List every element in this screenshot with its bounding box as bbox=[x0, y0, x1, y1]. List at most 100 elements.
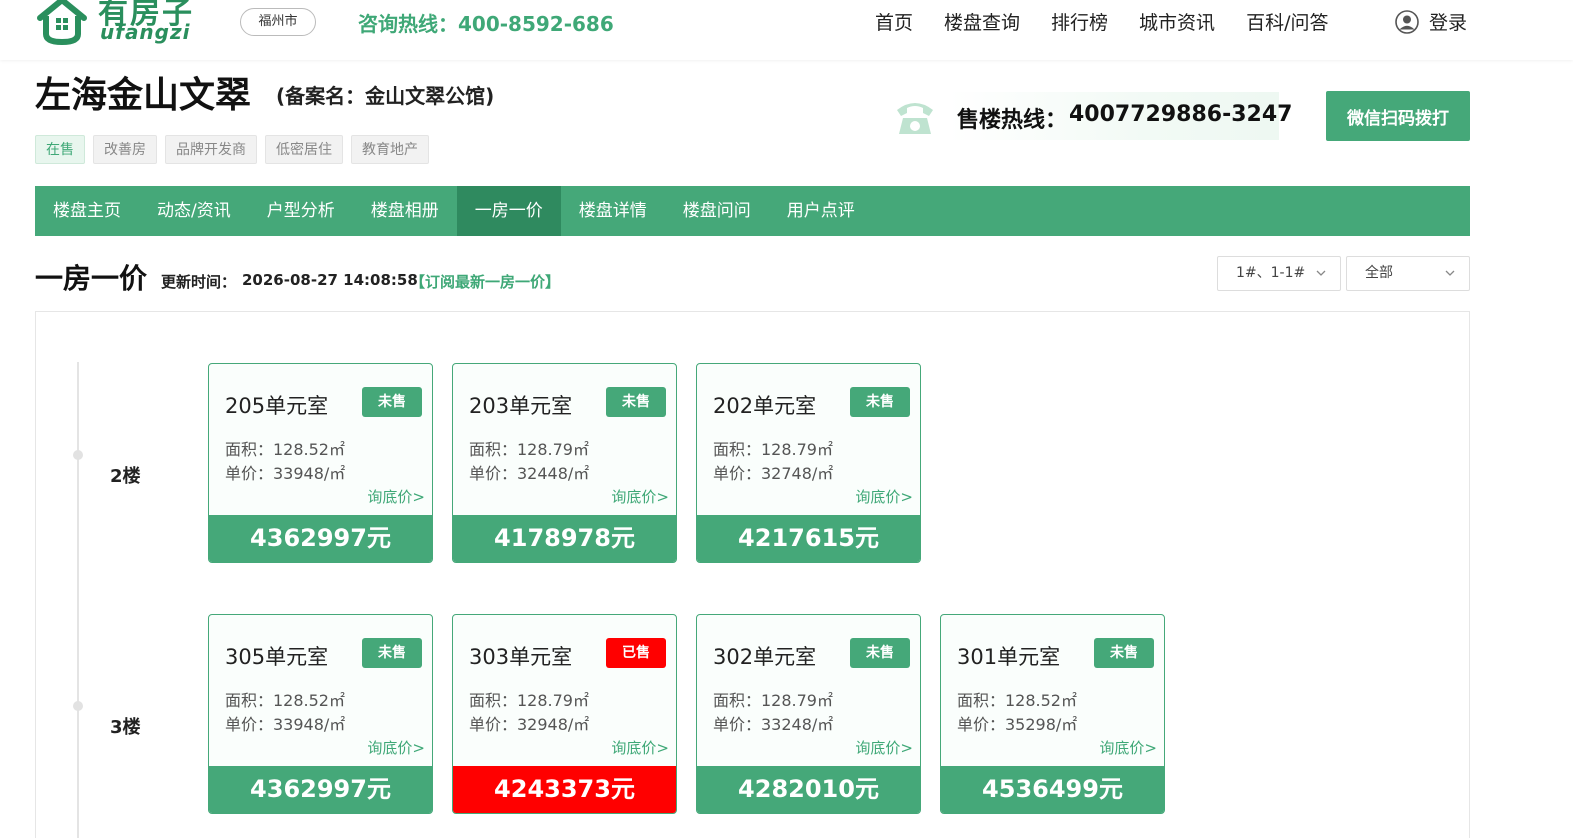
ask-floor-price-link[interactable]: 询底价> bbox=[855, 486, 913, 507]
unit-card[interactable]: 202单元室 未售 面积：128.79㎡ 单价：32748/㎡ 询底价> 421… bbox=[696, 363, 921, 563]
unit-price: 单价：32948/㎡ bbox=[469, 715, 590, 734]
project-tags: 在售 改善房 品牌开发商 低密居住 教育地产 bbox=[35, 135, 437, 164]
login-label: 登录 bbox=[1429, 12, 1468, 34]
unit-area: 面积：128.52㎡ bbox=[225, 440, 345, 459]
unit-area: 面积：128.79㎡ bbox=[713, 691, 833, 710]
sold-badge: 已售 bbox=[606, 638, 666, 668]
ask-floor-price-link[interactable]: 询底价> bbox=[367, 486, 425, 507]
tab-qa[interactable]: 楼盘问问 bbox=[665, 186, 769, 236]
nav-search[interactable]: 楼盘查询 bbox=[944, 8, 1020, 35]
floor-dot bbox=[73, 450, 83, 460]
unit-area: 面积：128.52㎡ bbox=[225, 691, 345, 710]
ask-floor-price-link[interactable]: 询底价> bbox=[611, 737, 669, 758]
unit-room: 305单元室 bbox=[225, 645, 329, 669]
unit-room: 203单元室 bbox=[469, 394, 573, 418]
ask-floor-price-link[interactable]: 询底价> bbox=[1099, 737, 1157, 758]
unit-card[interactable]: 203单元室 未售 面积：128.79㎡ 单价：32448/㎡ 询底价> 417… bbox=[452, 363, 677, 563]
unit-area: 面积：128.79㎡ bbox=[469, 440, 589, 459]
logo-text-en: ufangzi bbox=[100, 20, 191, 44]
tag-low-density: 低密居住 bbox=[265, 135, 343, 164]
status-badge: 未售 bbox=[850, 638, 910, 668]
unit-card[interactable]: 301单元室 未售 面积：128.52㎡ 单价：35298/㎡ 询底价> 453… bbox=[940, 614, 1165, 814]
unit-total-price: 4282010元 bbox=[697, 766, 920, 813]
status-select[interactable]: 全部 bbox=[1346, 256, 1470, 291]
unit-total-price: 4362997元 bbox=[209, 766, 432, 813]
ask-floor-price-link[interactable]: 询底价> bbox=[611, 486, 669, 507]
ask-floor-price-link[interactable]: 询底价> bbox=[855, 737, 913, 758]
chevron-down-icon bbox=[1445, 270, 1455, 276]
main-nav: 首页 楼盘查询 排行榜 城市资讯 百科/问答 bbox=[875, 8, 1359, 35]
tab-project-home[interactable]: 楼盘主页 bbox=[35, 186, 139, 236]
tag-on-sale: 在售 bbox=[35, 135, 85, 164]
nav-news[interactable]: 城市资讯 bbox=[1139, 8, 1215, 35]
status-badge: 未售 bbox=[362, 638, 422, 668]
project-title: 左海金山文翠 bbox=[35, 75, 252, 116]
nav-ranking[interactable]: 排行榜 bbox=[1051, 8, 1108, 35]
city-switch-button[interactable]: 福州市 bbox=[240, 8, 316, 36]
chevron-down-icon bbox=[1316, 270, 1326, 276]
unit-price: 单价：32448/㎡ bbox=[469, 464, 590, 483]
tab-reviews[interactable]: 用户点评 bbox=[769, 186, 873, 236]
floor-dot bbox=[73, 701, 83, 711]
unit-card[interactable]: 305单元室 未售 面积：128.52㎡ 单价：33948/㎡ 询底价> 436… bbox=[208, 614, 433, 814]
site-logo[interactable]: 有房子 ufangzi bbox=[34, 0, 204, 50]
floor-timeline bbox=[77, 362, 79, 838]
unit-area: 面积：128.52㎡ bbox=[957, 691, 1077, 710]
tab-details[interactable]: 楼盘详情 bbox=[561, 186, 665, 236]
status-badge: 未售 bbox=[1094, 638, 1154, 668]
sales-hotline-number: 4007729886-3247 bbox=[1069, 102, 1293, 127]
floor-label-2: 2楼 bbox=[110, 466, 141, 487]
unit-total-price: 4536499元 bbox=[941, 766, 1164, 813]
unit-total-price: 4243373元 bbox=[453, 766, 676, 813]
nav-wiki[interactable]: 百科/问答 bbox=[1246, 8, 1328, 35]
floor-label-3: 3楼 bbox=[110, 717, 141, 738]
unit-total-price: 4217615元 bbox=[697, 515, 920, 562]
unit-price: 单价：32748/㎡ bbox=[713, 464, 834, 483]
unit-price: 单价：33248/㎡ bbox=[713, 715, 834, 734]
project-tab-bar: 楼盘主页 动态/资讯 户型分析 楼盘相册 一房一价 楼盘详情 楼盘问问 用户点评 bbox=[35, 186, 1470, 236]
project-alias: (备案名：金山文翠公馆) bbox=[276, 84, 495, 108]
unit-card-sold[interactable]: 303单元室 已售 面积：128.79㎡ 单价：32948/㎡ 询底价> 424… bbox=[452, 614, 677, 814]
house-logo-icon bbox=[37, 0, 87, 46]
user-icon bbox=[1395, 9, 1419, 34]
unit-card[interactable]: 302单元室 未售 面积：128.79㎡ 单价：33248/㎡ 询底价> 428… bbox=[696, 614, 921, 814]
tag-education: 教育地产 bbox=[351, 135, 429, 164]
section-title: 一房一价 bbox=[35, 262, 148, 295]
unit-price: 单价：33948/㎡ bbox=[225, 715, 346, 734]
unit-area: 面积：128.79㎡ bbox=[713, 440, 833, 459]
ask-floor-price-link[interactable]: 询底价> bbox=[367, 737, 425, 758]
tab-floorplans[interactable]: 户型分析 bbox=[249, 186, 353, 236]
unit-room: 205单元室 bbox=[225, 394, 329, 418]
building-select[interactable]: 1#、1-1# bbox=[1217, 256, 1341, 291]
tag-improvement: 改善房 bbox=[93, 135, 157, 164]
unit-card[interactable]: 205单元室 未售 面积：128.52㎡ 单价：33948/㎡ 询底价> 436… bbox=[208, 363, 433, 563]
login-button[interactable]: 登录 bbox=[1395, 8, 1467, 35]
tab-unit-prices[interactable]: 一房一价 bbox=[456, 186, 561, 236]
top-header: 有房子 ufangzi 福州市 咨询热线：400-8592-686 首页 楼盘查… bbox=[0, 0, 1573, 60]
update-time: 2026-08-27 14:08:58 bbox=[242, 271, 418, 289]
status-select-value: 全部 bbox=[1365, 265, 1393, 281]
unit-room: 301单元室 bbox=[957, 645, 1061, 669]
status-badge: 未售 bbox=[850, 387, 910, 417]
unit-total-price: 4362997元 bbox=[209, 515, 432, 562]
phone-icon bbox=[897, 103, 933, 134]
building-select-value: 1#、1-1# bbox=[1236, 265, 1306, 281]
update-time-label: 更新时间： bbox=[161, 273, 237, 291]
nav-home[interactable]: 首页 bbox=[875, 8, 913, 35]
wechat-scan-call-button[interactable]: 微信扫码拨打 bbox=[1326, 91, 1470, 141]
tag-brand-developer: 品牌开发商 bbox=[165, 135, 257, 164]
unit-price: 单价：35298/㎡ bbox=[957, 715, 1078, 734]
consult-hotline: 咨询热线：400-8592-686 bbox=[358, 12, 614, 36]
status-badge: 未售 bbox=[606, 387, 666, 417]
unit-price: 单价：33948/㎡ bbox=[225, 464, 346, 483]
unit-room: 302单元室 bbox=[713, 645, 817, 669]
unit-total-price: 4178978元 bbox=[453, 515, 676, 562]
unit-room: 303单元室 bbox=[469, 645, 573, 669]
tab-album[interactable]: 楼盘相册 bbox=[353, 186, 457, 236]
sales-hotline: 售楼热线： 4007729886-3247 bbox=[893, 90, 1333, 142]
status-badge: 未售 bbox=[362, 387, 422, 417]
unit-room: 202单元室 bbox=[713, 394, 817, 418]
sales-hotline-label: 售楼热线： bbox=[957, 108, 1068, 133]
subscribe-link[interactable]: 【订阅最新一房一价】 bbox=[410, 271, 560, 292]
tab-news[interactable]: 动态/资讯 bbox=[139, 186, 249, 236]
